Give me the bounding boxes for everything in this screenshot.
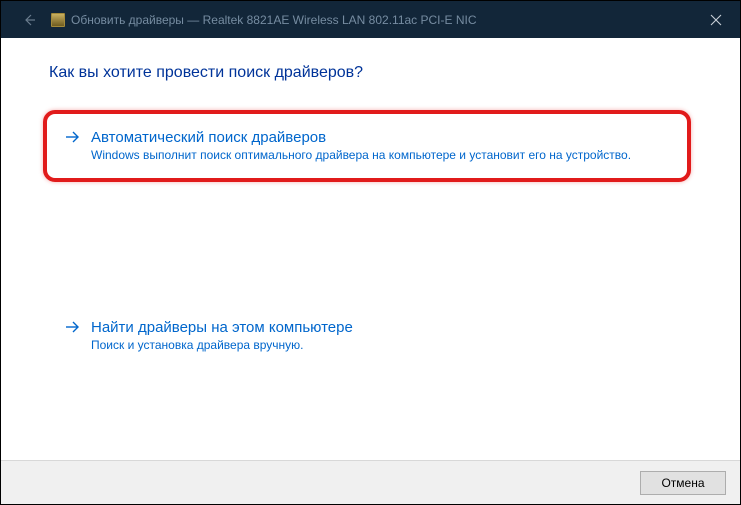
- device-icon: [51, 13, 65, 27]
- cancel-button[interactable]: Отмена: [640, 471, 726, 495]
- footer: Отмена: [1, 460, 740, 504]
- option-description: Windows выполнит поиск оптимального драй…: [91, 148, 670, 162]
- option-browse-computer[interactable]: Найти драйверы на этом компьютере Поиск …: [49, 306, 684, 366]
- back-button[interactable]: [15, 6, 43, 34]
- page-heading: Как вы хотите провести поиск драйверов?: [49, 64, 363, 82]
- client-area: Как вы хотите провести поиск драйверов? …: [1, 38, 740, 504]
- close-icon: [710, 14, 722, 26]
- option-title: Найти драйверы на этом компьютере: [91, 319, 353, 336]
- window-title: Обновить драйверы — Realtek 8821AE Wirel…: [71, 13, 477, 27]
- arrow-right-icon: [63, 128, 81, 146]
- close-button[interactable]: [692, 1, 740, 39]
- option-description: Поиск и установка драйвера вручную.: [91, 338, 670, 352]
- option-auto-search[interactable]: Автоматический поиск драйверов Windows в…: [49, 116, 684, 176]
- arrow-right-icon: [63, 318, 81, 336]
- option-title: Автоматический поиск драйверов: [91, 129, 326, 146]
- arrow-left-icon: [21, 12, 37, 28]
- titlebar: Обновить драйверы — Realtek 8821AE Wirel…: [1, 1, 740, 39]
